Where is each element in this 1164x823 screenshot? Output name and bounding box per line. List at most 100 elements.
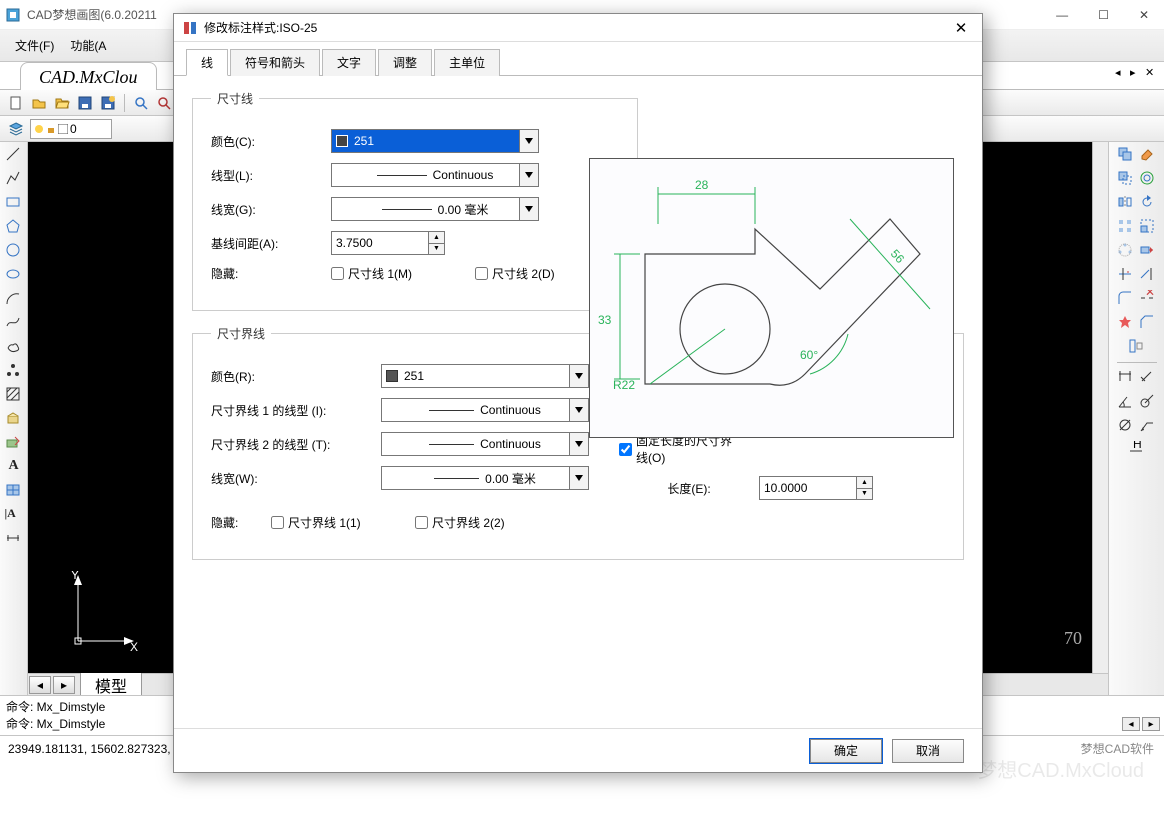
revcloud-tool-icon[interactable] <box>5 338 23 356</box>
tab-symbols[interactable]: 符号和箭头 <box>230 49 320 76</box>
dim-aligned-icon[interactable] <box>1139 369 1157 387</box>
save-icon[interactable] <box>75 93 95 113</box>
length-spin[interactable]: ▲▼ <box>759 476 873 500</box>
insert-tool-icon[interactable] <box>5 434 23 452</box>
circle-tool-icon[interactable] <box>5 242 23 260</box>
baseline-spin[interactable]: ▲▼ <box>331 231 445 255</box>
menu-file[interactable]: 文件(F) <box>15 37 54 54</box>
open-file-icon[interactable] <box>29 93 49 113</box>
explode-icon[interactable] <box>1117 314 1135 332</box>
dim-radius-icon[interactable] <box>1139 393 1157 411</box>
mtext-tool-icon[interactable]: |A <box>5 506 23 524</box>
dialog-titlebar[interactable]: 修改标注样式:ISO-25 ✕ <box>174 14 982 42</box>
canvas-number: 70 <box>1064 628 1082 649</box>
ltype-l-combo[interactable]: Continuous <box>331 163 539 187</box>
menu-func[interactable]: 功能(A <box>70 37 106 54</box>
dimstyle-icon[interactable]: H <box>1128 441 1146 459</box>
baseline-input[interactable] <box>331 231 429 255</box>
document-tab[interactable]: CAD.MxClou <box>20 62 157 90</box>
dim-leader-icon[interactable] <box>1139 417 1157 435</box>
length-input[interactable] <box>759 476 857 500</box>
zoom-extents-icon[interactable] <box>154 93 174 113</box>
dim-linear-icon[interactable] <box>1117 369 1135 387</box>
arc-tool-icon[interactable] <box>5 290 23 308</box>
spin-down-icon[interactable]: ▼ <box>429 244 444 255</box>
dimstyle-dialog: 修改标注样式:ISO-25 ✕ 线 符号和箭头 文字 调整 主单位 28 33 <box>173 13 983 773</box>
dialog-close-icon[interactable]: ✕ <box>948 19 974 37</box>
point-tool-icon[interactable] <box>5 362 23 380</box>
new-file-icon[interactable] <box>6 93 26 113</box>
dim-angular-icon[interactable] <box>1117 393 1135 411</box>
table-tool-icon[interactable] <box>5 482 23 500</box>
copy-icon[interactable] <box>1117 146 1135 164</box>
extend-icon[interactable] <box>1139 266 1157 284</box>
tab-close-icon[interactable]: ✕ <box>1145 68 1156 79</box>
trim-icon[interactable] <box>1117 266 1135 284</box>
tab-text[interactable]: 文字 <box>322 49 376 76</box>
open-folder-icon[interactable] <box>52 93 72 113</box>
color-c-value: 251 <box>354 134 374 148</box>
ext2-ltype-combo[interactable]: Continuous <box>381 432 589 456</box>
lw-w-combo[interactable]: 0.00 毫米 <box>381 466 589 490</box>
stretch-icon[interactable] <box>1139 242 1157 260</box>
lw-w-label: 线宽(W): <box>211 470 381 487</box>
rect-tool-icon[interactable] <box>5 194 23 212</box>
dimension-tool-icon[interactable] <box>5 530 23 548</box>
move-icon[interactable] <box>1117 170 1135 188</box>
spin-up-icon[interactable]: ▲ <box>857 477 872 489</box>
layer-dropdown[interactable]: 0 <box>30 119 112 139</box>
cancel-button[interactable]: 取消 <box>892 739 964 763</box>
chamfer-icon[interactable] <box>1139 314 1157 332</box>
maximize-icon[interactable]: ☐ <box>1098 8 1109 22</box>
line-tool-icon[interactable] <box>5 146 23 164</box>
ellipse-tool-icon[interactable] <box>5 266 23 284</box>
dialog-icon <box>182 20 198 36</box>
zoom-icon[interactable] <box>131 93 151 113</box>
cmd-scroll-left-icon[interactable]: ◂ <box>1122 717 1140 731</box>
ext1-check[interactable]: 尺寸界线 1(1) <box>271 514 391 531</box>
array-rect-icon[interactable] <box>1117 218 1135 236</box>
spin-up-icon[interactable]: ▲ <box>429 232 444 244</box>
color-r-combo[interactable]: 251 <box>381 364 589 388</box>
block-tool-icon[interactable] <box>5 410 23 428</box>
tab-scroll-left-icon[interactable]: ◂ <box>29 676 51 694</box>
polyline-tool-icon[interactable] <box>5 170 23 188</box>
spline-tool-icon[interactable] <box>5 314 23 332</box>
color-c-combo[interactable]: 251 <box>331 129 539 153</box>
align-icon[interactable] <box>1128 338 1146 356</box>
tab-primary-units[interactable]: 主单位 <box>434 49 500 76</box>
minimize-icon[interactable]: — <box>1056 8 1068 22</box>
break-icon[interactable]: ✕ <box>1139 290 1157 308</box>
cmd-scroll-right-icon[interactable]: ▸ <box>1142 717 1160 731</box>
vertical-scrollbar[interactable] <box>1092 142 1108 673</box>
array-polar-icon[interactable] <box>1117 242 1135 260</box>
right-toolbar: ✕ H <box>1108 142 1164 695</box>
tab-lines[interactable]: 线 <box>186 49 228 76</box>
rotate-icon[interactable] <box>1139 194 1157 212</box>
tab-scroll-right-icon[interactable]: ▸ <box>53 676 75 694</box>
fillet-icon[interactable] <box>1117 290 1135 308</box>
mirror-icon[interactable] <box>1117 194 1135 212</box>
dim2d-check[interactable]: 尺寸线 2(D) <box>475 265 595 282</box>
dim1m-check[interactable]: 尺寸线 1(M) <box>331 265 451 282</box>
app-icon <box>5 7 21 23</box>
tab-left-icon[interactable]: ◂ <box>1115 68 1126 79</box>
close-icon[interactable]: ✕ <box>1139 8 1149 22</box>
tab-right-icon[interactable]: ▸ <box>1130 68 1141 79</box>
lw-g-combo[interactable]: 0.00 毫米 <box>331 197 539 221</box>
erase-icon[interactable] <box>1139 146 1157 164</box>
saveas-icon[interactable] <box>98 93 118 113</box>
scale-icon[interactable] <box>1139 218 1157 236</box>
ext2-check[interactable]: 尺寸界线 2(2) <box>415 514 535 531</box>
dim-diameter-icon[interactable] <box>1117 417 1135 435</box>
tab-fit[interactable]: 调整 <box>378 49 432 76</box>
layers-icon[interactable] <box>6 119 26 139</box>
offset-icon[interactable] <box>1139 170 1157 188</box>
baseline-label: 基线间距(A): <box>211 235 331 252</box>
polygon-tool-icon[interactable] <box>5 218 23 236</box>
text-tool-icon[interactable]: A <box>5 458 23 476</box>
ok-button[interactable]: 确定 <box>810 739 882 763</box>
spin-down-icon[interactable]: ▼ <box>857 489 872 500</box>
hatch-tool-icon[interactable] <box>5 386 23 404</box>
ext1-ltype-combo[interactable]: Continuous <box>381 398 589 422</box>
